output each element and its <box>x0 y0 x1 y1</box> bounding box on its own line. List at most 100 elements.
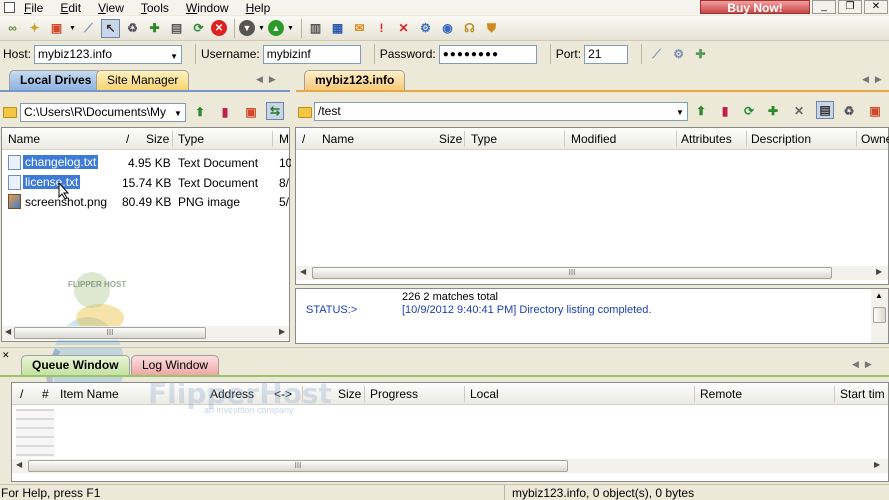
remote-horizontal-scrollbar[interactable]: ◀ III ▶ <box>296 266 888 280</box>
remote-view-icon[interactable]: ▤ <box>816 101 834 119</box>
col-item-name[interactable]: Item Name <box>60 387 119 401</box>
vertical-splitter[interactable] <box>291 68 294 345</box>
local-path-dropdown-icon[interactable]: ▼ <box>174 109 182 118</box>
tab-remote-site[interactable]: mybiz123.info <box>304 70 406 90</box>
remote-path-dropdown-icon[interactable]: ▼ <box>676 108 684 117</box>
col-type[interactable]: Type <box>178 132 204 146</box>
menu-help[interactable]: Help <box>246 1 271 15</box>
local-tab-arrows[interactable]: ◀▶ <box>256 74 282 85</box>
local-bookmark-icon[interactable]: ▮ <box>216 103 234 121</box>
file-row[interactable]: screenshot.png 80.49 KB PNG image 5/ <box>2 193 289 211</box>
settings-icon[interactable]: ⚙ <box>416 19 435 38</box>
scroll-left-icon[interactable]: ◀ <box>16 460 22 469</box>
down-arrow-icon[interactable]: ▼ <box>239 20 255 36</box>
help-icon[interactable]: ◉ <box>438 19 457 38</box>
col-number[interactable]: # <box>42 387 49 401</box>
col-attributes[interactable]: Attributes <box>681 132 732 146</box>
remote-up-folder-icon[interactable]: ⬆ <box>692 102 710 120</box>
col-divider[interactable] <box>272 131 273 147</box>
remote-refresh-icon[interactable]: ⟳ <box>740 102 758 120</box>
col-divider[interactable] <box>564 131 565 147</box>
col-divider[interactable] <box>172 131 173 147</box>
maximize-button[interactable]: ❐ <box>838 0 862 14</box>
queue-horizontal-scrollbar[interactable]: ◀ III ▶ <box>12 459 888 473</box>
exclamation-icon[interactable]: ! <box>372 19 391 38</box>
wizard-icon[interactable]: ✦ <box>25 19 44 38</box>
host-dropdown-icon[interactable]: ▼ <box>170 49 178 64</box>
port-input[interactable]: 21 <box>584 44 629 64</box>
up-dropdown-icon[interactable]: ▼ <box>287 25 295 32</box>
tab-local-drives[interactable]: Local Drives <box>9 70 103 90</box>
col-divider[interactable] <box>464 131 465 147</box>
alert-icon[interactable]: ✉ <box>350 19 369 38</box>
status-scroll-thumb[interactable] <box>873 307 886 323</box>
recycle-icon[interactable]: ♻ <box>123 19 142 38</box>
new-site-icon[interactable]: ▣ <box>47 19 66 38</box>
quick-connect-icon[interactable]: ⟋ <box>647 45 666 64</box>
window-icon[interactable]: ▦ <box>328 19 347 38</box>
menu-file[interactable]: File <box>24 1 43 15</box>
host-input[interactable]: mybiz123.info ▼ <box>34 44 183 64</box>
menu-window[interactable]: Window <box>186 1 229 15</box>
scroll-right-icon[interactable]: ▶ <box>874 460 880 469</box>
col-description[interactable]: Description <box>751 132 811 146</box>
local-path-input[interactable]: C:\Users\R\Documents\My <box>20 103 186 122</box>
connect-icon[interactable]: ∞ <box>3 19 22 38</box>
col-name[interactable]: Name <box>322 132 354 146</box>
tab-queue-window[interactable]: Queue Window <box>21 355 130 375</box>
col-divider[interactable] <box>676 131 677 147</box>
up-arrow-icon[interactable]: ▲ <box>268 20 284 36</box>
col-divider[interactable] <box>856 131 857 147</box>
col-name[interactable]: Name <box>8 132 40 146</box>
refresh-icon[interactable]: ⟳ <box>189 19 208 38</box>
queue-tab-arrows[interactable]: ◀▶ <box>852 359 878 370</box>
tab-site-manager[interactable]: Site Manager <box>96 70 190 90</box>
horizontal-splitter[interactable] <box>0 345 889 348</box>
col-size[interactable]: Size <box>338 387 361 401</box>
queue-scroll-thumb[interactable]: III <box>28 460 568 472</box>
col-size[interactable]: Size <box>439 132 462 146</box>
down-dropdown-icon[interactable]: ▼ <box>258 25 266 32</box>
site-icon[interactable]: ✚ <box>145 19 164 38</box>
stop-icon[interactable]: ✕ <box>211 20 227 36</box>
delete-icon[interactable]: ✕ <box>394 19 413 38</box>
cursor-icon[interactable]: ↖ <box>101 18 120 38</box>
col-type[interactable]: Type <box>471 132 497 146</box>
disconnect-icon[interactable]: ⟋ <box>79 19 98 38</box>
close-button[interactable]: ✕ <box>864 0 888 14</box>
local-up-folder-icon[interactable]: ⬆ <box>191 103 209 121</box>
menu-view[interactable]: View <box>98 1 124 15</box>
local-new-folder-icon[interactable]: ▣ <box>242 103 260 121</box>
log-icon[interactable]: ▥ <box>306 19 325 38</box>
remote-scroll-thumb[interactable]: III <box>312 267 832 279</box>
shield-icon[interactable]: ⛊ <box>482 19 501 38</box>
col-modified[interactable]: M <box>279 132 289 146</box>
buy-now-button[interactable]: Buy Now! <box>700 0 810 15</box>
local-horizontal-scrollbar[interactable]: ◀ III ▶ <box>2 326 289 340</box>
add-site-icon[interactable]: ✚ <box>691 45 710 64</box>
col-remote[interactable]: Remote <box>700 387 742 401</box>
col-owner[interactable]: Owne <box>861 132 889 146</box>
col-size[interactable]: Size <box>146 132 169 146</box>
new-site-dropdown-icon[interactable]: ▼ <box>69 25 77 32</box>
copy-icon[interactable]: ▤ <box>167 19 186 38</box>
remote-bookmark-icon[interactable]: ▮ <box>716 102 734 120</box>
username-input[interactable]: mybizinf <box>262 44 361 64</box>
remote-new-folder-icon[interactable]: ▣ <box>866 102 884 120</box>
remote-delete-icon[interactable]: ✕ <box>790 102 808 120</box>
tab-log-window[interactable]: Log Window <box>131 355 220 375</box>
scroll-left-icon[interactable]: ◀ <box>5 327 11 336</box>
col-local[interactable]: Local <box>470 387 499 401</box>
col-divider[interactable] <box>746 131 747 147</box>
remote-site-icon[interactable]: ✚ <box>764 102 782 120</box>
col-divider[interactable] <box>364 386 365 402</box>
connect-settings-icon[interactable]: ⚙ <box>669 45 688 64</box>
menu-tools[interactable]: Tools <box>141 1 169 15</box>
col-sort[interactable]: / <box>20 387 23 401</box>
col-sort[interactable]: / <box>126 132 129 146</box>
minimize-button[interactable]: _ <box>812 0 836 14</box>
scroll-up-icon[interactable]: ▲ <box>875 291 883 300</box>
password-input[interactable]: ●●●●●●●● <box>438 44 537 64</box>
remote-path-input[interactable]: /test <box>314 102 688 121</box>
col-divider[interactable] <box>834 386 835 402</box>
